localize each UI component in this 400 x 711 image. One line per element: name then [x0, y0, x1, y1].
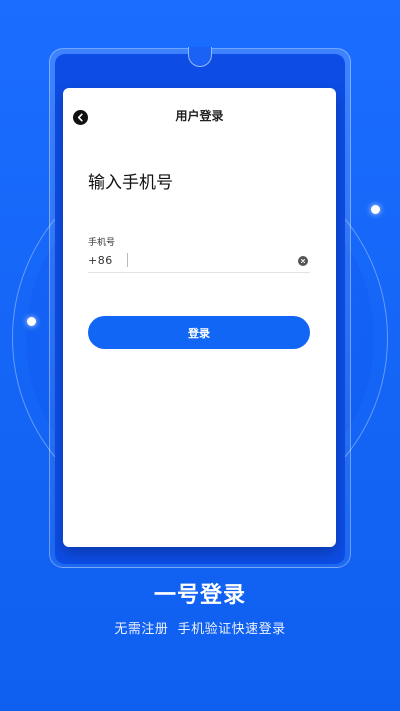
input-divider [127, 253, 128, 267]
promo-title: 一号登录 [153, 583, 246, 608]
page-title: 用户登录 [175, 109, 224, 123]
phone-field-label: 手机号 [88, 238, 116, 248]
country-code[interactable]: +86 [88, 254, 113, 267]
clear-button[interactable] [298, 256, 308, 266]
phone-input[interactable] [130, 251, 290, 271]
login-card: 用户登录 输入手机号 手机号 +86 登录 [63, 88, 336, 547]
login-button[interactable]: 登录 [88, 316, 310, 349]
phone-heading: 输入手机号 [88, 173, 173, 193]
phone-field: +86 [88, 251, 310, 273]
clear-icon [301, 259, 305, 263]
decor-dot-left [27, 317, 36, 326]
decor-dot-right [371, 205, 380, 214]
promo-subtitle: 无需注册 手机验证快速登录 [114, 622, 286, 637]
